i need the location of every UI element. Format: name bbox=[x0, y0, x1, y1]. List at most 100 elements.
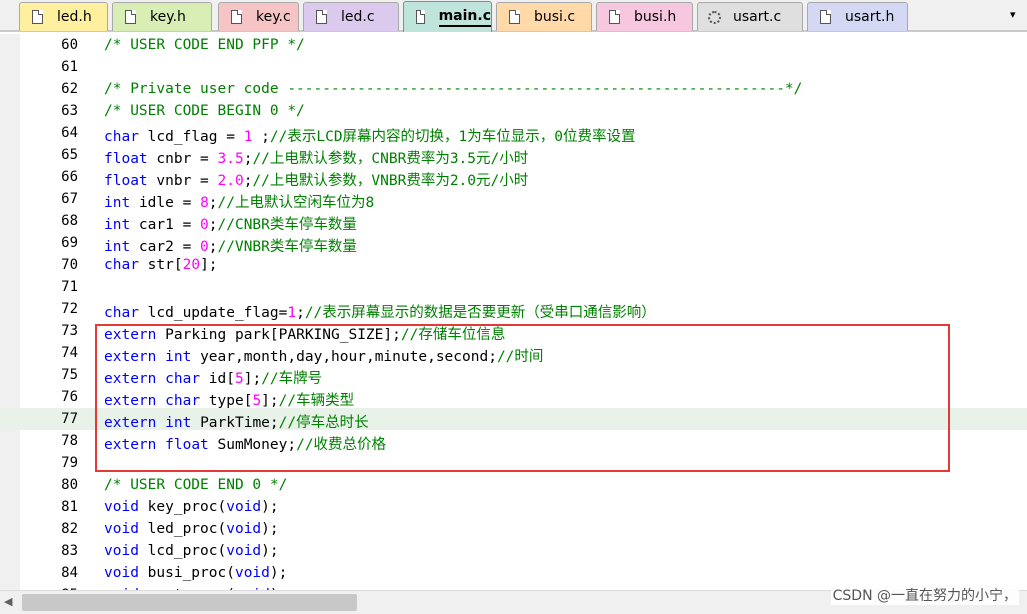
code-line[interactable]: 69 int car2 = 0;//VNBR类车停车数量 bbox=[0, 232, 1027, 255]
tab-busi-c[interactable]: busi.c bbox=[496, 2, 592, 31]
tab-usart-h[interactable]: usart.h bbox=[807, 2, 908, 31]
line-number: 63 bbox=[61, 103, 78, 119]
code-line[interactable]: 62 /* Private user code -----------------… bbox=[0, 78, 1027, 100]
line-number: 71 bbox=[61, 279, 78, 295]
line-number: 66 bbox=[61, 169, 78, 185]
code-text: /* USER CODE END PFP */ bbox=[104, 37, 305, 53]
line-number: 64 bbox=[61, 125, 78, 141]
tab-dropdown-icon[interactable]: ▾ bbox=[1010, 8, 1016, 21]
code-line[interactable]: 83 void lcd_proc(void); bbox=[0, 540, 1027, 562]
code-line[interactable]: 67 int idle = 8;//上电默认空闲车位为8 bbox=[0, 188, 1027, 211]
code-text: void busi_proc(void); bbox=[104, 565, 288, 581]
tab-busi-h[interactable]: busi.h bbox=[596, 2, 693, 31]
code-text: /* USER CODE BEGIN 0 */ bbox=[104, 103, 305, 119]
gear-file-icon bbox=[708, 10, 721, 24]
code-text: /* USER CODE END 0 */ bbox=[104, 477, 288, 493]
code-editor[interactable]: 60 /* USER CODE END PFP */ 61 62 /* Private … bbox=[0, 34, 1027, 590]
code-text: int car1 = 0;//CNBR类车停车数量 bbox=[104, 217, 357, 233]
code-text: float vnbr = 2.0;//上电默认参数，VNBR费率为2.0元/小时 bbox=[104, 173, 529, 189]
code-text: /* Private user code -------------------… bbox=[104, 81, 803, 97]
line-number: 76 bbox=[61, 389, 78, 405]
watermark: CSDN @一直在努力的小宁， bbox=[830, 585, 1019, 605]
line-number: 70 bbox=[61, 257, 78, 273]
file-icon bbox=[820, 10, 831, 24]
code-text: char lcd_update_flag=1;//表示屏幕显示的数据是否要更新（… bbox=[104, 305, 656, 321]
code-line[interactable]: 72 char lcd_update_flag=1;//表示屏幕显示的数据是否要更… bbox=[0, 298, 1027, 321]
scrollbar-thumb[interactable] bbox=[22, 594, 357, 611]
tab-key-h[interactable]: key.h bbox=[112, 2, 212, 31]
code-text: extern Parking park[PARKING_SIZE];//存储车位… bbox=[104, 327, 506, 343]
tab-label: busi.h bbox=[634, 9, 677, 25]
code-line[interactable]: 79 bbox=[0, 452, 1027, 474]
code-text: void key_proc(void); bbox=[104, 499, 279, 515]
file-icon bbox=[231, 10, 242, 24]
line-number: 62 bbox=[61, 81, 78, 97]
code-line[interactable]: 60 /* USER CODE END PFP */ bbox=[0, 34, 1027, 56]
tab-label: led.c bbox=[341, 9, 375, 25]
code-text: int car2 = 0;//VNBR类车停车数量 bbox=[104, 239, 357, 255]
code-line[interactable]: 82 void led_proc(void); bbox=[0, 518, 1027, 540]
line-number: 81 bbox=[61, 499, 78, 515]
tab-main-c[interactable]: main.c bbox=[403, 1, 492, 32]
file-icon bbox=[32, 10, 43, 24]
line-number: 69 bbox=[61, 235, 78, 251]
tab-label: key.h bbox=[150, 9, 186, 25]
code-line[interactable]: 65 float cnbr = 3.5;//上电默认参数，CNBR费率为3.5元/… bbox=[0, 144, 1027, 167]
line-number: 67 bbox=[61, 191, 78, 207]
code-line[interactable]: 63 /* USER CODE BEGIN 0 */ bbox=[0, 100, 1027, 122]
code-line[interactable]: 84 void busi_proc(void); bbox=[0, 562, 1027, 584]
file-icon bbox=[125, 10, 136, 24]
code-text: extern int ParkTime;//停车总时长 bbox=[104, 415, 369, 431]
code-text: int idle = 8;//上电默认空闲车位为8 bbox=[104, 195, 375, 211]
editor-tab-bar: led.h key.h key.c led.c main.c busi.c busi.h us… bbox=[0, 0, 1027, 32]
line-number: 68 bbox=[61, 213, 78, 229]
line-number: 72 bbox=[61, 301, 78, 317]
line-number: 77 bbox=[61, 411, 78, 427]
code-line[interactable]: 70 char str[20]; bbox=[0, 254, 1027, 276]
tab-label: usart.c bbox=[733, 9, 782, 25]
code-text: char lcd_flag = 1 ;//表示LCD屏幕内容的切换，1为车位显示… bbox=[104, 129, 636, 145]
code-line[interactable]: 77 extern int ParkTime;//停车总时长 bbox=[0, 408, 1027, 431]
code-line[interactable]: 71 bbox=[0, 276, 1027, 298]
tab-label: usart.h bbox=[845, 9, 895, 25]
line-number: 78 bbox=[61, 433, 78, 449]
file-icon bbox=[509, 10, 520, 24]
scroll-left-arrow-icon[interactable]: ◀ bbox=[4, 595, 12, 608]
tab-label: busi.c bbox=[534, 9, 576, 25]
tab-usart-c[interactable]: usart.c bbox=[697, 2, 803, 31]
code-text: void led_proc(void); bbox=[104, 521, 279, 537]
line-number: 61 bbox=[61, 59, 78, 75]
code-line[interactable]: 66 float vnbr = 2.0;//上电默认参数，VNBR费率为2.0元/… bbox=[0, 166, 1027, 189]
code-text: extern char id[5];//车牌号 bbox=[104, 371, 323, 387]
code-text: float cnbr = 3.5;//上电默认参数，CNBR费率为3.5元/小时 bbox=[104, 151, 529, 167]
code-text: extern char type[5];//车辆类型 bbox=[104, 393, 355, 409]
file-icon bbox=[416, 10, 425, 24]
line-number: 65 bbox=[61, 147, 78, 163]
line-number: 84 bbox=[61, 565, 78, 581]
code-line[interactable]: 64 char lcd_flag = 1 ;//表示LCD屏幕内容的切换，1为车位… bbox=[0, 122, 1027, 145]
file-icon bbox=[609, 10, 620, 24]
code-line[interactable]: 81 void key_proc(void); bbox=[0, 496, 1027, 518]
code-line[interactable]: 74 extern int year,month,day,hour,minute,… bbox=[0, 342, 1027, 365]
code-line[interactable]: 73 extern Parking park[PARKING_SIZE];//存储… bbox=[0, 320, 1027, 343]
code-line[interactable]: 61 bbox=[0, 56, 1027, 78]
tab-label: led.h bbox=[57, 9, 92, 25]
code-text: extern int year,month,day,hour,minute,se… bbox=[104, 349, 544, 365]
line-number: 82 bbox=[61, 521, 78, 537]
code-text: char str[20]; bbox=[104, 257, 218, 273]
code-line[interactable]: 76 extern char type[5];//车辆类型 bbox=[0, 386, 1027, 409]
tab-label: key.c bbox=[256, 9, 291, 25]
tab-label: main.c bbox=[438, 8, 491, 27]
code-line[interactable]: 68 int car1 = 0;//CNBR类车停车数量 bbox=[0, 210, 1027, 233]
line-number: 60 bbox=[61, 37, 78, 53]
tab-led-c[interactable]: led.c bbox=[303, 2, 399, 31]
file-icon bbox=[316, 10, 327, 24]
line-number: 73 bbox=[61, 323, 78, 339]
tab-key-c[interactable]: key.c bbox=[218, 2, 299, 31]
code-text: void lcd_proc(void); bbox=[104, 543, 279, 559]
code-line[interactable]: 80 /* USER CODE END 0 */ bbox=[0, 474, 1027, 496]
code-line[interactable]: 75 extern char id[5];//车牌号 bbox=[0, 364, 1027, 387]
tab-led-h[interactable]: led.h bbox=[19, 2, 108, 31]
code-line[interactable]: 78 extern float SumMoney;//收费总价格 bbox=[0, 430, 1027, 453]
line-number: 74 bbox=[61, 345, 78, 361]
